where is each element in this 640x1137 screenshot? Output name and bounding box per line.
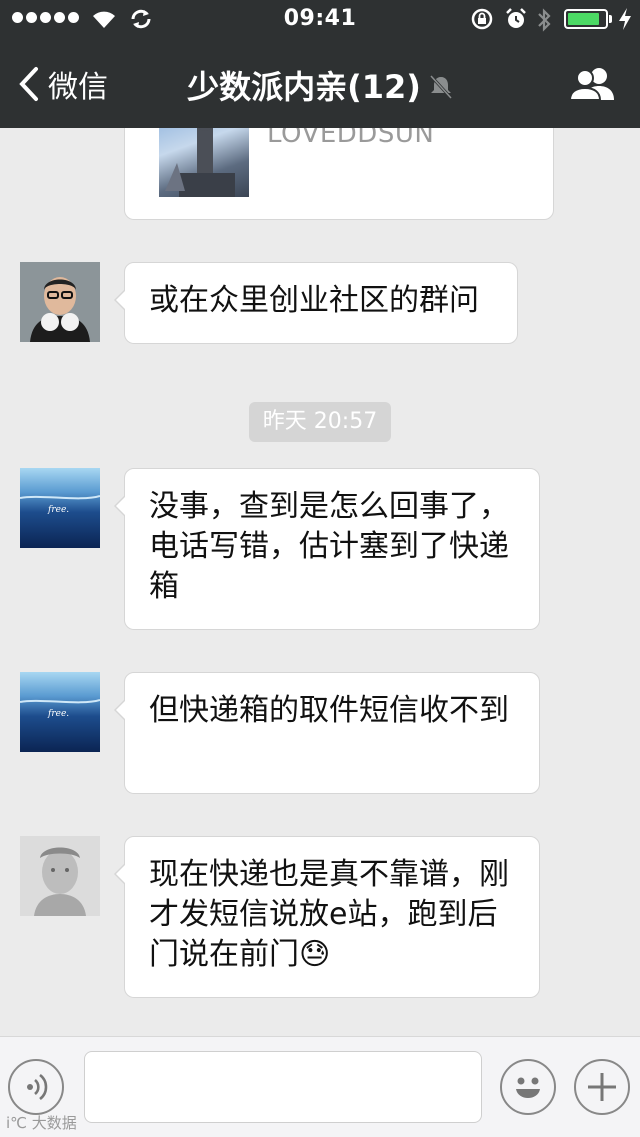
avatar[interactable] <box>20 836 100 916</box>
gray-face-avatar-icon <box>20 836 100 916</box>
nav-bar: 微信 少数派内亲(12) <box>0 40 640 128</box>
message-text: 或在众里创业社区的群问 <box>149 283 479 318</box>
battery-level <box>568 13 599 25</box>
alarm-icon <box>506 8 526 28</box>
timestamp: 昨天 20:57 <box>249 402 391 442</box>
watermark: i℃ 大数据 <box>6 1114 77 1132</box>
card-subtitle: LOVEDDSUN <box>267 128 435 149</box>
message-bubble[interactable]: 但快递箱的取件短信收不到 <box>114 672 540 794</box>
emoji-icon <box>516 1077 540 1098</box>
voice-button[interactable] <box>8 1059 64 1115</box>
charging-icon <box>619 8 631 30</box>
top-bar: 09:41 微信 少数派内亲(12) <box>0 0 640 128</box>
man-headphones-avatar-icon <box>20 262 100 342</box>
group-members-icon[interactable] <box>568 66 616 102</box>
contact-card[interactable]: DD LOVEDDSUN <box>124 128 554 220</box>
message-text: 没事，查到是怎么回事了，电话写错，估计塞到了快递箱 <box>149 489 509 604</box>
avatar[interactable] <box>20 262 100 342</box>
message-bubble[interactable]: 或在众里创业社区的群问 <box>114 262 518 344</box>
avatar[interactable]: free. <box>20 672 100 752</box>
sweat-emoji-icon: 😓 <box>299 937 331 972</box>
statue-image-icon <box>165 128 235 197</box>
voice-icon <box>27 1073 48 1101</box>
message-input[interactable] <box>84 1051 482 1123</box>
rotation-lock-icon <box>471 8 493 30</box>
battery-tip <box>609 15 612 23</box>
avatar[interactable]: free. <box>20 468 100 548</box>
chat-area[interactable]: DD LOVEDDSUN 或在众里创业社区的群问 昨天 20:57 free. … <box>0 128 640 1036</box>
sea-avatar-icon: free. <box>20 699 100 719</box>
svg-text:free.: free. <box>47 505 69 515</box>
plus-icon <box>588 1073 616 1101</box>
message-bubble[interactable]: 没事，查到是怎么回事了，电话写错，估计塞到了快递箱 <box>114 468 540 630</box>
bluetooth-icon <box>538 8 551 32</box>
card-thumbnail <box>159 128 249 197</box>
battery-icon <box>564 9 608 29</box>
title-wrap: 少数派内亲(12) <box>0 62 640 108</box>
emoji-button[interactable] <box>500 1059 556 1115</box>
message-bubble[interactable]: 现在快递也是真不靠谱，刚才发短信说放e站，跑到后门说在前门😓 <box>114 836 540 998</box>
svg-text:free.: free. <box>47 709 69 719</box>
sea-avatar-icon: free. <box>20 495 100 515</box>
input-bar <box>0 1036 640 1137</box>
chat-title: 少数派内亲(12) <box>187 68 421 106</box>
status-bar: 09:41 <box>0 0 640 40</box>
more-button[interactable] <box>574 1059 630 1115</box>
message-text: 但快递箱的取件短信收不到 <box>149 693 509 728</box>
mute-bell-icon <box>429 74 453 100</box>
